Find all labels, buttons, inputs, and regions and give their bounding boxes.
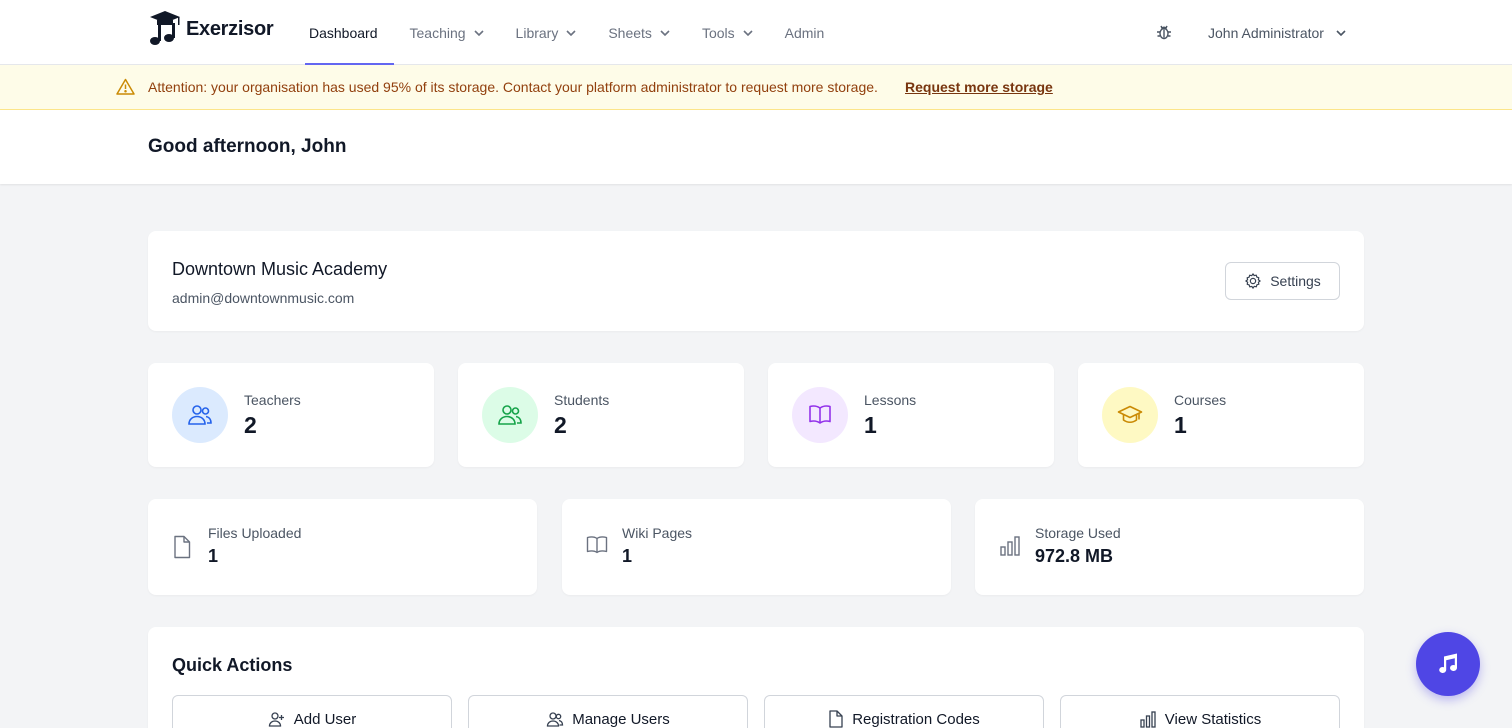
chevron-down-icon	[566, 29, 576, 36]
stat-value: 1	[1174, 412, 1187, 438]
quick-actions-title: Quick Actions	[172, 655, 293, 675]
bar-chart-icon	[1000, 536, 1020, 556]
graduation-cap-icon	[1102, 387, 1158, 443]
users-icon	[547, 712, 564, 727]
nav-dashboard[interactable]: Dashboard	[293, 0, 394, 65]
stat-card-storage: Storage Used 972.8 MB	[975, 499, 1364, 595]
stat-card-files: Files Uploaded 1	[148, 499, 537, 595]
stat-value: 2	[244, 412, 257, 438]
chevron-down-icon	[473, 29, 484, 36]
stat-value: 1	[622, 546, 633, 566]
chevron-down-icon	[743, 29, 753, 36]
greeting-header: Good afternoon, John	[0, 110, 1512, 184]
bug-report-icon[interactable]	[1155, 23, 1173, 46]
users-icon	[172, 387, 228, 443]
stat-card-courses: Courses 1	[1078, 363, 1364, 467]
view-statistics-label: View Statistics	[1164, 710, 1262, 728]
app-name: Exerzisor	[186, 17, 274, 40]
chevron-down-icon	[1336, 29, 1346, 36]
organisation-name: Downtown Music Academy	[172, 259, 388, 279]
stat-label: Wiki Pages	[622, 525, 693, 541]
add-user-label: Add User	[293, 710, 357, 728]
top-navigation: Exerzisor Dashboard Teaching Library She…	[0, 0, 1512, 65]
request-storage-link[interactable]: Request more storage	[905, 79, 1053, 95]
organisation-card: Downtown Music Academy admin@downtownmus…	[148, 231, 1364, 331]
settings-button[interactable]: Settings	[1225, 262, 1340, 300]
nav-dashboard-label: Dashboard	[309, 24, 378, 41]
stat-label: Courses	[1174, 392, 1227, 408]
bar-chart-icon	[1140, 711, 1156, 728]
document-icon	[829, 710, 843, 728]
warning-icon	[116, 78, 135, 95]
nav-admin-label: Admin	[784, 24, 825, 41]
storage-alert: Attention: your organisation has used 95…	[0, 65, 1512, 110]
add-user-button[interactable]: Add User	[172, 695, 452, 728]
nav-tools-label: Tools	[701, 24, 735, 41]
view-statistics-button[interactable]: View Statistics	[1060, 695, 1340, 728]
manage-users-button[interactable]: Manage Users	[468, 695, 748, 728]
stat-value: 1	[208, 546, 219, 566]
chevron-down-icon	[660, 29, 670, 36]
user-name: John Administrator	[1208, 24, 1324, 41]
document-icon	[174, 535, 191, 559]
main-nav: Dashboard Teaching Library Sheets Tools …	[293, 0, 840, 65]
gear-icon	[1245, 273, 1261, 289]
stat-value: 2	[554, 412, 567, 438]
nav-sheets-label: Sheets	[608, 24, 652, 41]
users-icon	[482, 387, 538, 443]
music-note-icon	[1439, 653, 1457, 673]
stat-value: 972.8 MB	[1035, 546, 1114, 566]
stat-label: Files Uploaded	[208, 525, 302, 541]
alert-message: Attention: your organisation has used 95…	[148, 79, 878, 95]
stat-card-teachers: Teachers 2	[148, 363, 434, 467]
nav-teaching[interactable]: Teaching	[394, 0, 500, 65]
registration-codes-button[interactable]: Registration Codes	[764, 695, 1044, 728]
nav-admin[interactable]: Admin	[769, 0, 841, 65]
settings-button-label: Settings	[1270, 273, 1321, 289]
page-title: Good afternoon, John	[148, 136, 347, 157]
nav-library-label: Library	[515, 24, 559, 41]
book-icon	[586, 536, 608, 554]
stat-card-lessons: Lessons 1	[768, 363, 1054, 467]
organisation-email: admin@downtownmusic.com	[172, 290, 355, 306]
user-menu[interactable]: John Administrator	[1208, 0, 1346, 65]
stat-label: Teachers	[244, 392, 301, 408]
logo[interactable]: Exerzisor	[148, 11, 274, 47]
stat-label: Students	[554, 392, 610, 408]
user-plus-icon	[268, 712, 284, 727]
nav-tools[interactable]: Tools	[686, 0, 769, 65]
stat-label: Storage Used	[1035, 525, 1121, 541]
registration-codes-label: Registration Codes	[852, 710, 980, 728]
book-open-icon	[792, 387, 848, 443]
music-assistant-button[interactable]	[1416, 632, 1480, 696]
logo-icon	[150, 11, 180, 45]
nav-library[interactable]: Library	[500, 0, 593, 65]
quick-actions-card: Quick Actions Add User Manage Users Regi…	[148, 627, 1364, 728]
stat-value: 1	[864, 412, 877, 438]
stat-card-wiki: Wiki Pages 1	[562, 499, 951, 595]
manage-users-label: Manage Users	[572, 710, 670, 728]
nav-sheets[interactable]: Sheets	[592, 0, 686, 65]
nav-teaching-label: Teaching	[409, 24, 466, 41]
stat-card-students: Students 2	[458, 363, 744, 467]
stat-label: Lessons	[864, 392, 917, 408]
